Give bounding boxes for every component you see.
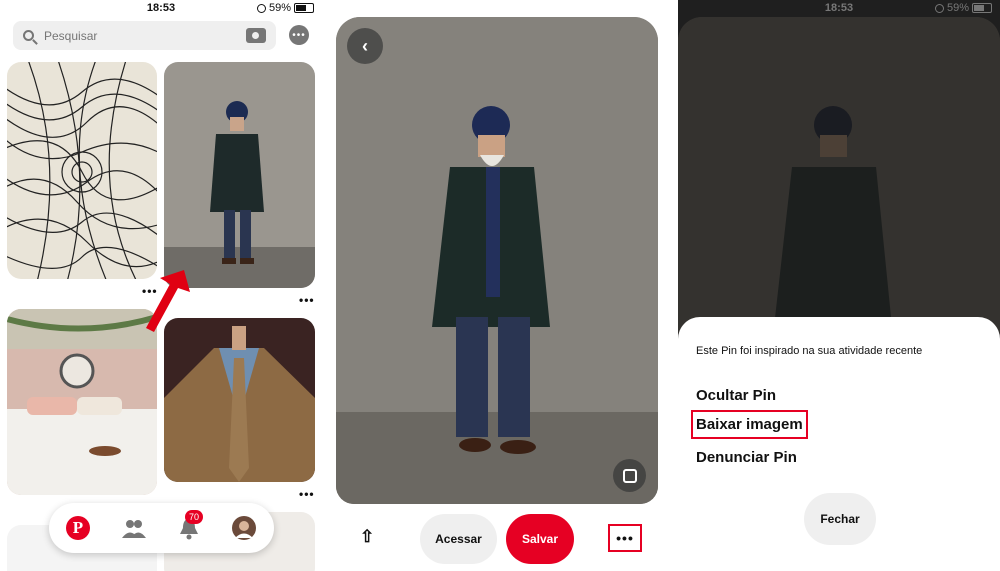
status-bar: 18:53 59% <box>678 0 1000 18</box>
search-placeholder: Pesquisar <box>44 28 98 43</box>
home-feed-screen: 18:53 59% Pesquisar ••• ••• ••• ••• P 70 <box>0 0 322 571</box>
man-coat-photo <box>336 17 658 504</box>
pin-tile-tweed-jacket[interactable] <box>164 318 315 482</box>
rotation-lock-icon <box>592 3 602 13</box>
people-icon[interactable] <box>122 516 146 540</box>
rotation-lock-icon <box>256 3 266 13</box>
pin-tile-line-art[interactable] <box>7 62 157 279</box>
battery-percent: 59% <box>604 2 627 14</box>
tile-menu-icon[interactable]: ••• <box>299 293 315 307</box>
bottom-nav: P <box>49 503 274 553</box>
options-sheet: Este Pin foi inspirado na sua atividade … <box>678 317 1000 571</box>
dimmed-pin-image <box>678 17 1000 357</box>
man-coat-image <box>164 101 315 288</box>
report-pin-option[interactable]: Denunciar Pin <box>696 449 797 466</box>
annotation-arrow <box>146 270 190 332</box>
rotation-lock-icon <box>934 3 944 13</box>
bedroom-image <box>7 309 157 495</box>
share-icon[interactable]: ⇧ <box>360 527 374 547</box>
tile-menu-icon[interactable]: ••• <box>299 487 315 501</box>
status-bar: 18:53 59% <box>0 0 322 18</box>
camera-icon[interactable] <box>246 28 266 43</box>
line-art-image <box>7 62 157 279</box>
sheet-hint: Este Pin foi inspirado na sua atividade … <box>696 345 923 357</box>
tweed-jacket-image <box>164 326 315 482</box>
search-icon <box>23 30 34 41</box>
hide-pin-option[interactable]: Ocultar Pin <box>696 387 776 404</box>
status-bar: 18:53 59% <box>336 0 658 18</box>
pin-tile-bedroom[interactable] <box>7 309 157 495</box>
pin-image[interactable] <box>336 17 658 504</box>
pin-detail-screen: 18:53 59% ‹ ⇧ Acessar Salvar ••• <box>336 0 658 571</box>
visit-button[interactable]: Acessar <box>420 514 497 564</box>
download-image-option[interactable]: Baixar imagem <box>691 410 808 439</box>
battery-icon <box>630 3 650 13</box>
pin-tile-man-coat[interactable] <box>164 62 315 288</box>
battery-percent: 59% <box>946 2 969 14</box>
battery-percent: 59% <box>268 2 291 14</box>
home-icon[interactable]: P <box>66 516 90 540</box>
chat-icon[interactable]: ••• <box>289 25 309 45</box>
battery-icon <box>972 3 992 13</box>
search-bar[interactable]: Pesquisar <box>13 21 276 50</box>
pin-options-screen: 18:53 59% Este Pin foi inspirado na sua … <box>678 0 1000 571</box>
notification-badge: 70 <box>185 510 204 524</box>
dimmed-man-photo <box>678 17 1000 357</box>
visual-search-icon[interactable] <box>613 459 646 492</box>
close-button[interactable]: Fechar <box>804 493 876 545</box>
save-button[interactable]: Salvar <box>506 514 574 564</box>
avatar[interactable] <box>232 516 256 540</box>
more-icon[interactable]: ••• <box>608 524 642 552</box>
back-icon[interactable]: ‹ <box>347 28 383 64</box>
battery-icon <box>294 3 314 13</box>
